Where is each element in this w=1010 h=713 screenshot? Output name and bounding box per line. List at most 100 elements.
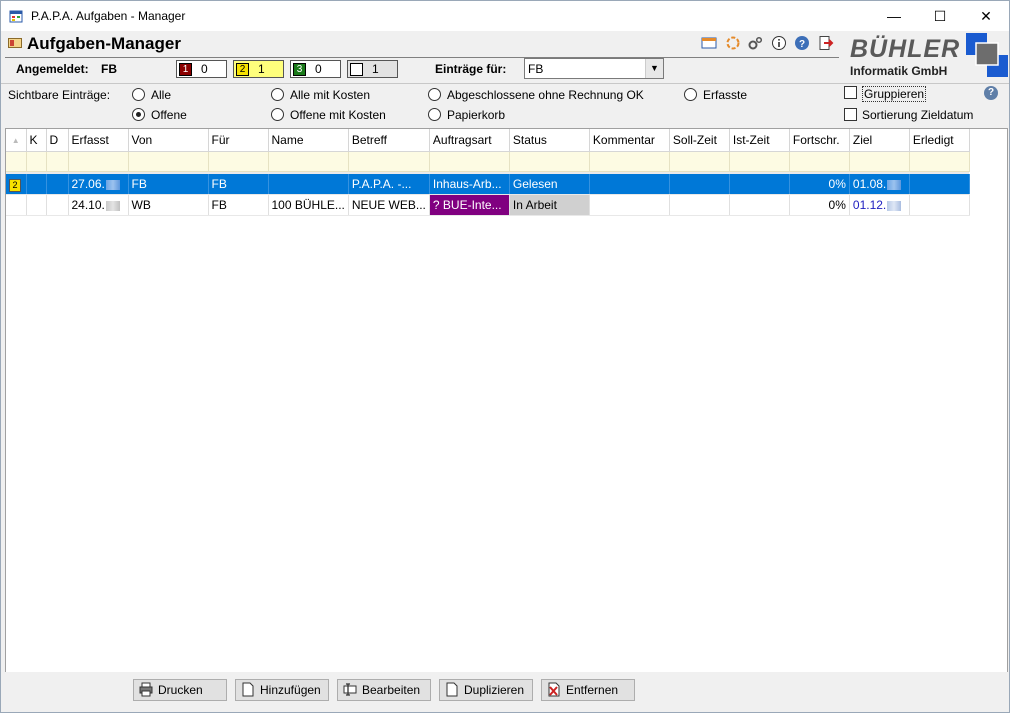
filter-row[interactable] [6, 151, 970, 172]
checkbox-sortierung-label[interactable]: Sortierung Zieldatum [862, 108, 973, 122]
cell-betreff: NEUE WEB... [348, 194, 430, 216]
cell-fortschritt: 0% [789, 174, 850, 195]
table-row[interactable]: 2 27.06. FB FB P.A.P.A. -... Inhaus-Arb.… [6, 174, 970, 195]
settings-icon[interactable] [747, 35, 763, 51]
column-header[interactable]: Status [509, 129, 590, 152]
column-header-sort[interactable]: ▲ [6, 129, 27, 152]
header-divider [5, 57, 839, 58]
checkbox-gruppieren[interactable] [844, 86, 857, 99]
remove-button[interactable]: Entfernen [541, 679, 635, 701]
add-button-label: Hinzufügen [260, 683, 321, 697]
duplicate-button[interactable]: Duplizieren [439, 679, 533, 701]
priority-3-count: 0 [315, 62, 322, 76]
maximize-icon: ☐ [933, 8, 947, 24]
column-header[interactable]: Name [268, 129, 349, 152]
cell-auftragsart: Inhaus-Arb... [429, 174, 510, 195]
svg-text:?: ? [799, 39, 805, 50]
column-header[interactable]: Erledigt [909, 129, 970, 152]
radio-alle[interactable] [132, 88, 145, 101]
minimize-button[interactable]: — [871, 1, 917, 31]
priority-1-counter[interactable]: 1 0 [176, 60, 227, 78]
cell-soll-zeit [669, 194, 730, 216]
column-header[interactable]: K [26, 129, 47, 152]
help-icon[interactable]: ? [984, 86, 998, 100]
cell-erledigt [909, 174, 970, 195]
priority-1-badge: 1 [179, 63, 192, 76]
cell-soll-zeit [669, 174, 730, 195]
chevron-down-icon[interactable]: ▼ [645, 59, 663, 78]
cell-k [26, 174, 47, 195]
visibility-filter: Sichtbare Einträge: Alle Offene Alle mit… [1, 83, 1009, 128]
entries-for-value: FB [528, 62, 544, 76]
info-icon[interactable] [771, 35, 787, 51]
entries-for-select[interactable]: FB ▼ [524, 58, 664, 79]
header: Aufgaben-Manager ? BÜHLER Informatik Gmb… [1, 31, 1009, 83]
cell-fuer: FB [208, 174, 269, 195]
edit-button-label: Bearbeiten [362, 683, 421, 697]
edit-button[interactable]: Bearbeiten [337, 679, 431, 701]
radio-offene[interactable] [132, 108, 145, 121]
close-icon: ✕ [980, 8, 992, 24]
priority-none-counter[interactable]: 1 [347, 60, 398, 78]
column-header[interactable]: Von [128, 129, 209, 152]
logged-in-user: FB [101, 62, 117, 76]
radio-offene-mit-kosten[interactable] [271, 108, 284, 121]
page-title: Aufgaben-Manager [27, 34, 181, 53]
cell-ist-zeit [729, 174, 790, 195]
column-header[interactable]: Kommentar [589, 129, 670, 152]
radio-offene-mit-kosten-label[interactable]: Offene mit Kosten [290, 108, 386, 122]
radio-erfasste-label[interactable]: Erfasste [703, 88, 747, 102]
column-header[interactable]: Auftragsart [429, 129, 510, 152]
help-icon[interactable]: ? [794, 35, 810, 51]
radio-offene-label[interactable]: Offene [151, 108, 187, 122]
cell-erfasst: 24.10. [68, 194, 129, 216]
radio-papierkorb[interactable] [428, 108, 441, 121]
checkbox-sortierung-zieldatum[interactable] [844, 108, 857, 121]
priority-2-counter[interactable]: 2 1 [233, 60, 284, 78]
cell-priority [6, 194, 27, 216]
priority-1-count: 0 [201, 62, 208, 76]
tasks-icon [8, 38, 22, 48]
column-header[interactable]: Ist-Zeit [729, 129, 790, 152]
column-header[interactable]: Fortschr. [789, 129, 850, 152]
column-header[interactable]: Soll-Zeit [669, 129, 730, 152]
close-button[interactable]: ✕ [963, 1, 1009, 31]
duplicate-button-label: Duplizieren [464, 683, 525, 697]
maximize-button[interactable]: ☐ [917, 1, 963, 31]
table-row[interactable]: 24.10. WB FB 100 BÜHLE... NEUE WEB... ? … [6, 194, 970, 216]
priority-3-counter[interactable]: 3 0 [290, 60, 341, 78]
redacted-year [887, 200, 902, 211]
radio-abgeschlossene[interactable] [428, 88, 441, 101]
print-button[interactable]: Drucken [133, 679, 227, 701]
cell-d [46, 174, 69, 195]
column-header[interactable]: Für [208, 129, 269, 152]
cell-von: FB [128, 174, 209, 195]
redacted-year [887, 179, 902, 190]
cell-name: 100 BÜHLE... [268, 194, 349, 216]
column-header[interactable]: Ziel [849, 129, 910, 152]
radio-papierkorb-label[interactable]: Papierkorb [447, 108, 505, 122]
printer-icon [139, 682, 153, 697]
column-header[interactable]: Erfasst [68, 129, 129, 152]
window-icon[interactable] [701, 35, 717, 51]
priority-2-badge: 2 [236, 63, 249, 76]
exit-icon[interactable] [818, 35, 834, 51]
delete-document-icon [548, 682, 560, 697]
column-header[interactable]: Betreff [348, 129, 430, 152]
app-window: P.A.P.A. Aufgaben - Manager — ☐ ✕ Aufgab… [0, 0, 1010, 713]
radio-erfasste[interactable] [684, 88, 697, 101]
radio-abgeschlossene-label[interactable]: Abgeschlossene ohne Rechnung OK [447, 88, 644, 102]
column-header[interactable]: D [46, 129, 69, 152]
priority-none-count: 1 [372, 62, 379, 76]
redacted-year [105, 179, 120, 190]
edit-icon [343, 683, 357, 696]
refresh-icon[interactable] [725, 35, 741, 51]
radio-alle-mit-kosten-label[interactable]: Alle mit Kosten [290, 88, 370, 102]
app-icon [9, 10, 23, 23]
cell-d [46, 194, 69, 216]
checkbox-gruppieren-label[interactable]: Gruppieren [862, 86, 927, 102]
add-button[interactable]: Hinzufügen [235, 679, 329, 701]
radio-alle-label[interactable]: Alle [151, 88, 171, 102]
radio-alle-mit-kosten[interactable] [271, 88, 284, 101]
cell-status: In Arbeit [509, 194, 590, 216]
